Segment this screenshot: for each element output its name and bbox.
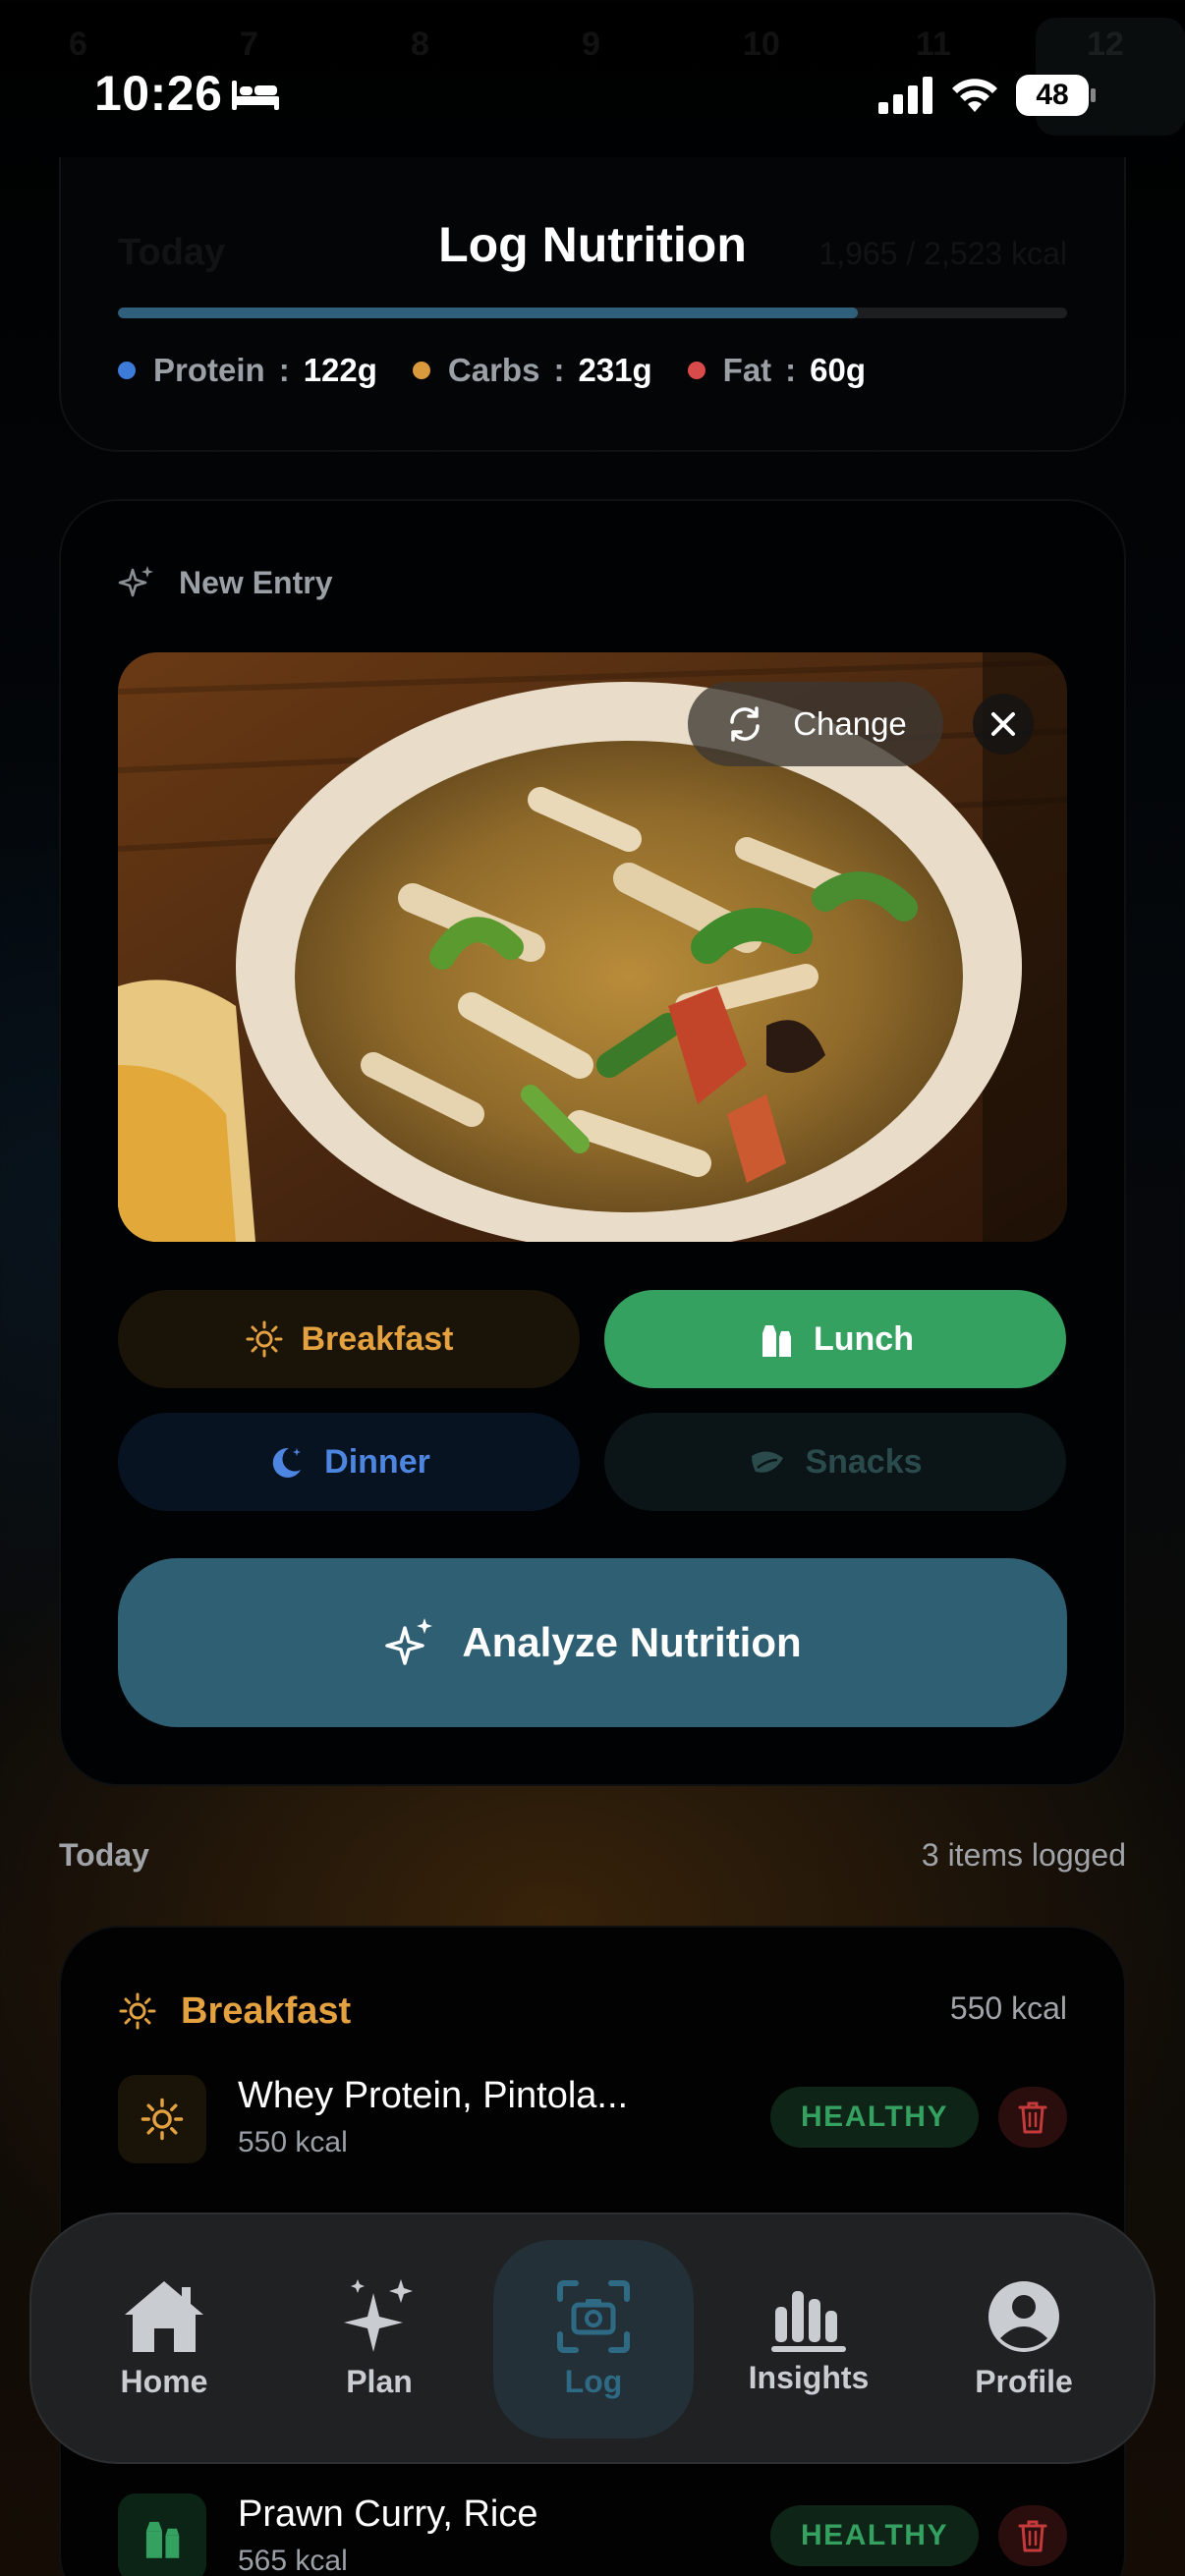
breakfast-log-header: Breakfast	[118, 1987, 351, 2036]
carbs-dot	[412, 362, 430, 379]
food-item-name: Whey Protein, Pintola...	[238, 2075, 629, 2116]
bar-chart-icon	[771, 2291, 846, 2352]
remove-photo-button[interactable]	[973, 694, 1034, 755]
date-day: 8	[411, 26, 429, 63]
tab-label: Log	[564, 2364, 623, 2399]
date-day: 10	[743, 26, 780, 63]
delete-item-button[interactable]	[998, 2087, 1067, 2148]
food-item-name: Prawn Curry, Rice	[238, 2493, 538, 2535]
tab-home[interactable]: Home	[66, 2214, 262, 2466]
new-entry-title: New Entry	[179, 564, 333, 600]
tab-label: Insights	[748, 2360, 870, 2395]
tab-label: Profile	[975, 2364, 1073, 2399]
status-bar: 6 7 8 9 10 11 12 10:26 48	[0, 0, 1185, 138]
items-logged-count: 3 items logged	[921, 1837, 1126, 1873]
cellular-signal-icon	[878, 77, 932, 114]
meal-type-label: Lunch	[814, 1319, 914, 1358]
status-time: 10:26	[94, 66, 223, 121]
macro-separator: :	[785, 352, 797, 388]
macro-value: 60g	[810, 352, 867, 388]
change-photo-label: Change	[793, 705, 907, 742]
camera-scan-icon	[557, 2280, 630, 2353]
sparkle-icon	[385, 1618, 433, 1665]
meal-type-breakfast-button[interactable]: Breakfast	[118, 1290, 580, 1388]
macro-detail-row-peek	[118, 2193, 1067, 2212]
protein-dot	[118, 362, 136, 379]
macro-protein: Protein : 122g	[118, 352, 377, 389]
macro-summary: Protein : 122g Carbs : 231g Fat : 60g	[118, 349, 901, 392]
battery-level: 48	[1016, 75, 1089, 116]
food-item-icon	[118, 2493, 206, 2576]
analyze-nutrition-button[interactable]: Analyze Nutrition	[118, 1558, 1067, 1727]
meal-type-dinner-button[interactable]: Dinner	[118, 1413, 580, 1511]
sparkles-icon	[344, 2279, 413, 2352]
meal-type-label: Dinner	[324, 1442, 430, 1481]
tab-label: Plan	[346, 2364, 413, 2399]
today-section-title: Today	[59, 1837, 149, 1873]
meal-type-snacks-button[interactable]: Snacks	[604, 1413, 1066, 1511]
food-item-icon	[118, 2075, 206, 2163]
date-day: 11	[916, 26, 951, 63]
macro-value: 122g	[303, 352, 377, 388]
user-circle-icon	[988, 2281, 1059, 2352]
close-icon	[991, 712, 1015, 736]
trash-icon	[1018, 2520, 1047, 2552]
leaf-icon	[752, 1451, 784, 1473]
food-item-kcal: 565 kcal	[238, 2545, 348, 2576]
date-day: 7	[240, 26, 258, 63]
tab-log[interactable]: Log	[495, 2214, 692, 2466]
meal-type-lunch-button[interactable]: Lunch	[604, 1290, 1066, 1388]
macro-label: Fat	[722, 352, 772, 388]
breakfast-log-kcal: 550 kcal	[949, 1990, 1067, 2026]
refresh-icon	[730, 706, 760, 742]
sun-icon	[141, 2098, 184, 2141]
home-icon	[125, 2281, 203, 2352]
tab-plan[interactable]: Plan	[281, 2214, 478, 2466]
macro-separator: :	[278, 352, 290, 388]
macro-carbs: Carbs : 231g	[412, 352, 652, 389]
date-day: 6	[69, 26, 87, 63]
food-log-item[interactable]: Whey Protein, Pintola... 550 kcal HEALTH…	[118, 2075, 1067, 2163]
meal-type-label: Breakfast	[301, 1319, 454, 1358]
calorie-progress-bar	[118, 308, 1067, 318]
food-log-item[interactable]: Prawn Curry, Rice 565 kcal HEALTHY	[118, 2493, 1067, 2576]
health-badge: HEALTHY	[770, 2087, 979, 2148]
analyze-nutrition-label: Analyze Nutrition	[462, 1619, 802, 1665]
sun-icon	[119, 1992, 156, 2030]
food-item-kcal: 550 kcal	[238, 2126, 348, 2158]
fat-dot	[687, 362, 705, 379]
trash-icon	[1018, 2101, 1047, 2134]
tab-label: Home	[120, 2364, 208, 2399]
bottom-tab-bar: Home Plan Log Insights Profile	[29, 2212, 1156, 2464]
page-title: Log Nutrition	[438, 217, 747, 272]
date-day: 12	[1087, 26, 1124, 63]
breakfast-log-title: Breakfast	[181, 1989, 352, 2032]
lunch-bag-icon	[145, 2521, 180, 2558]
moon-icon	[272, 1447, 302, 1478]
sun-icon	[246, 1320, 282, 1358]
calorie-progress-fill	[118, 308, 859, 318]
change-photo-button[interactable]: Change	[688, 682, 943, 766]
macro-separator: :	[553, 352, 565, 388]
meal-type-label: Snacks	[805, 1442, 923, 1481]
battery-indicator: 48	[1016, 75, 1096, 116]
macro-label: Carbs	[447, 352, 540, 388]
tab-insights[interactable]: Insights	[710, 2214, 907, 2466]
macro-label: Protein	[153, 352, 265, 388]
delete-item-button[interactable]	[998, 2505, 1067, 2566]
macro-value: 231g	[578, 352, 652, 388]
wifi-icon	[952, 79, 997, 112]
daily-summary-card	[59, 157, 1126, 452]
date-day: 9	[582, 26, 600, 63]
sleep-focus-icon	[232, 81, 279, 110]
lunch-bag-icon	[762, 1325, 791, 1357]
macro-fat: Fat : 60g	[687, 352, 867, 389]
sparkle-icon	[118, 566, 153, 597]
tab-profile[interactable]: Profile	[926, 2214, 1122, 2466]
health-badge: HEALTHY	[770, 2505, 979, 2566]
new-entry-header: New Entry	[118, 562, 332, 603]
